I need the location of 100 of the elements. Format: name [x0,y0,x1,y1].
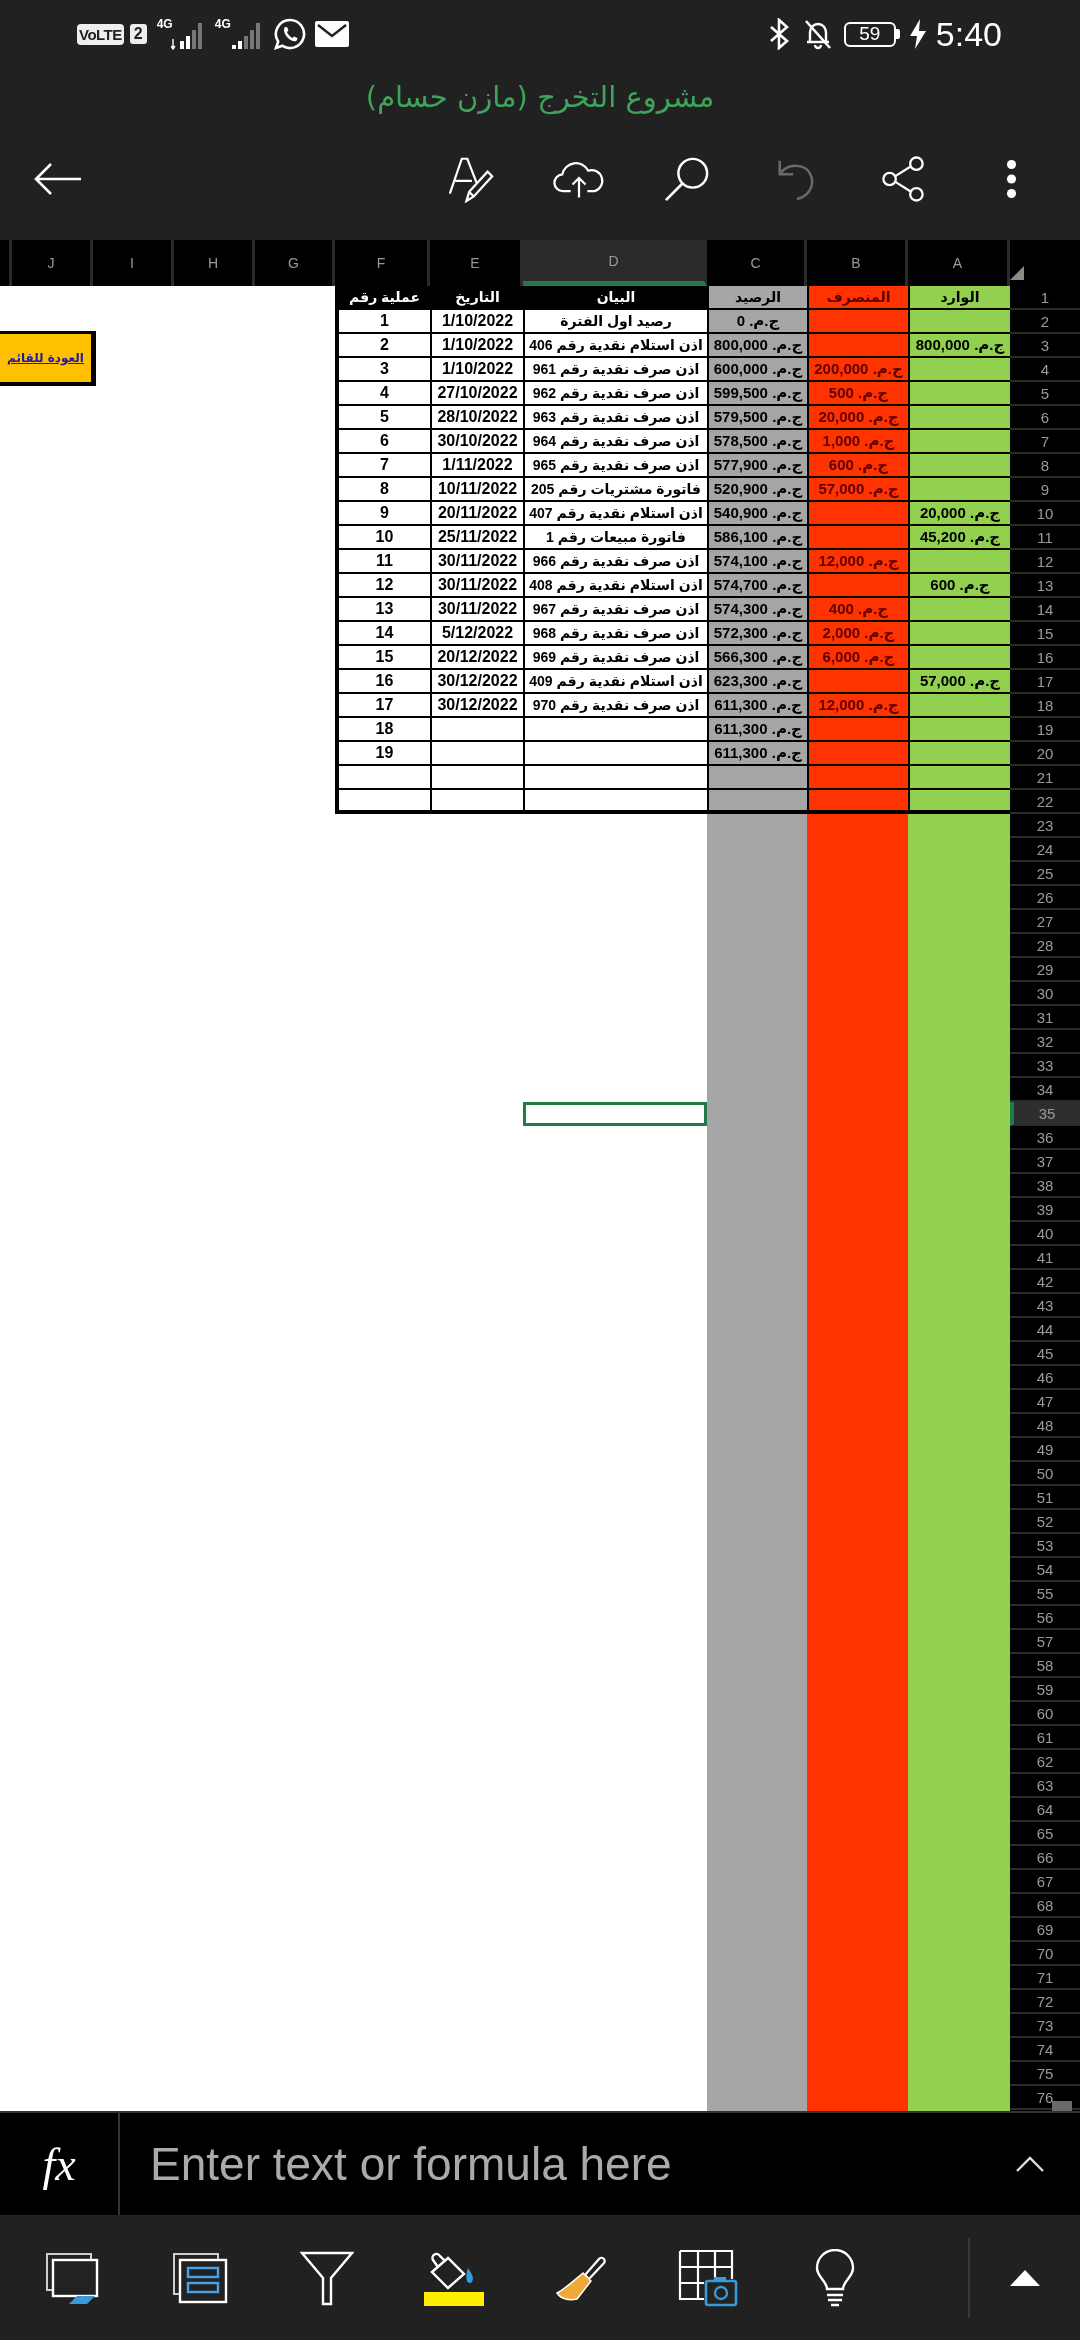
corner-triangle-icon [1010,266,1024,280]
table-cell: 20/12/2022 [430,646,523,670]
volte-indicator: VoLTE [77,23,124,45]
table-cell: 1/10/2022 [430,310,523,334]
table-cell: 10/11/2022 [430,478,523,502]
caret-up-icon [1015,2156,1045,2172]
table-cell: ج.م. 520,900 [707,478,807,502]
table-cell: 2 [335,334,430,358]
table-cell: ج.م. 599,500 [707,382,807,406]
chat-bubble-icon [272,17,307,51]
table-cell: اذن صرف نقدية رقم 961 [523,358,707,382]
table-cell: 30/10/2022 [430,430,523,454]
table-cell: رصيد اول الفترة [523,310,707,334]
table-cell: ج.م. 572,300 [707,622,807,646]
table-cell: 1/11/2022 [430,454,523,478]
charging-bolt-icon [909,19,926,49]
table-cell: ج.م. 578,500 [707,430,807,454]
table-cell: ج.م. 574,300 [707,598,807,622]
table-cell: 28/10/2022 [430,406,523,430]
table-cell: ج.م. 577,900 [707,454,807,478]
arrow-left-icon [33,162,83,196]
network-type-label: 4G [214,17,231,31]
sim-indicator: 2 [129,24,147,44]
table-cell: اذن استلام نقدية رقم 409 [523,670,707,694]
table-cell: ج.م. 574,100 [707,550,807,574]
table-cell: 1 [335,310,430,334]
table-cell: اذن صرف نقدية رقم 962 [523,382,707,406]
table-cell: 6 [335,430,430,454]
triangle-up-icon [1010,2269,1040,2286]
table-cell: 20/11/2022 [430,502,523,526]
table-cell: فاتورة مبيعات رقم 1 [523,526,707,550]
table-cell: 10 [335,526,430,550]
table-cell: 11 [335,550,430,574]
table-cell: ج.م. 800,000 [707,334,807,358]
table-cell: 5/12/2022 [430,622,523,646]
column-heading: عملية رقم [335,286,430,310]
table-cell: 15 [335,646,430,670]
table-cell: 30/12/2022 [430,670,523,694]
table-cell: 19 [335,742,430,766]
lightbulb-icon [814,2248,856,2307]
table-cell: اذن استلام نقدية رقم 406 [523,334,707,358]
table-cell: 30/11/2022 [430,550,523,574]
table-cell: ج.م. 611,300 [707,718,807,742]
table-cell: 1/10/2022 [430,358,523,382]
table-camera-icon [678,2248,738,2307]
table-cell: 27/10/2022 [430,382,523,406]
table-cell: 3 [335,358,430,382]
battery-indicator: 59 [843,21,900,47]
network-type-label: 4G [156,17,173,31]
table-cell: 1/10/2022 [430,334,523,358]
table-cell: اذن صرف نقدية رقم 965 [523,454,707,478]
cloud-upload-icon [553,159,605,199]
column-heading: البيان [523,286,707,310]
table-cell: ج.م. 579,500 [707,406,807,430]
table-cell: 25/11/2022 [430,526,523,550]
table-cell: 9 [335,502,430,526]
table-cell: 16 [335,670,430,694]
table-cell: ج.م. 0 [707,310,807,334]
document-title: مشروع التخرج (مازن حسام) [365,80,715,114]
filter-icon [300,2249,354,2306]
clock-time: 5:40 [935,14,1002,54]
formula-input-field[interactable]: Enter text or formula here [120,2111,980,2215]
table-cell: 12 [335,574,430,598]
selected-cell-frame[interactable] [523,1102,707,1126]
table-cell: 17 [335,694,430,718]
table-cell: ج.م. 611,300 [707,694,807,718]
column-heading: التاريخ [430,286,523,310]
table-cell: ج.م. 566,300 [707,646,807,670]
table-cell: اذن صرف نقدية رقم 970 [523,694,707,718]
column-header[interactable]: D [523,240,707,286]
search-icon [664,156,710,202]
table-cell: اذن استلام نقدية رقم 407 [523,502,707,526]
table-cell: 18 [335,718,430,742]
back-to-menu-link[interactable]: العودة للقائم [0,331,96,386]
table-cell: اذن صرف نقدية رقم 966 [523,550,707,574]
table-cell: فاتورة مشتريات رقم 205 [523,478,707,502]
table-cell: ج.م. 574,700 [707,574,807,598]
table-cell: اذن صرف نقدية رقم 963 [523,406,707,430]
table-cell: ج.م. 623,300 [707,670,807,694]
table-cell: 13 [335,598,430,622]
table-cell: اذن صرف نقدية رقم 967 [523,598,707,622]
table-cell: ج.م. 540,900 [707,502,807,526]
scrollbar-thumb[interactable] [1052,2101,1072,2111]
table-cell: 5 [335,406,430,430]
row-header[interactable]: 35 [1010,1102,1080,1126]
table-cell: اذن صرف نقدية رقم 968 [523,622,707,646]
table-cell: 30/11/2022 [430,598,523,622]
table-cell: اذن صرف نقدية رقم 964 [523,430,707,454]
table-cell: 8 [335,478,430,502]
table-cell: 7 [335,454,430,478]
table-cell: 30/12/2022 [430,694,523,718]
more-options-icon [1005,159,1017,199]
share-icon [881,156,925,202]
envelope-icon [314,21,349,47]
table-cell: اذن صرف نقدية رقم 969 [523,646,707,670]
function-button[interactable]: fx [0,2111,120,2215]
table-cell: 30/11/2022 [430,574,523,598]
pen-letter-icon [448,155,494,203]
table-cell: اذن استلام نقدية رقم 408 [523,574,707,598]
table-cell: ج.م. 600,000 [707,358,807,382]
